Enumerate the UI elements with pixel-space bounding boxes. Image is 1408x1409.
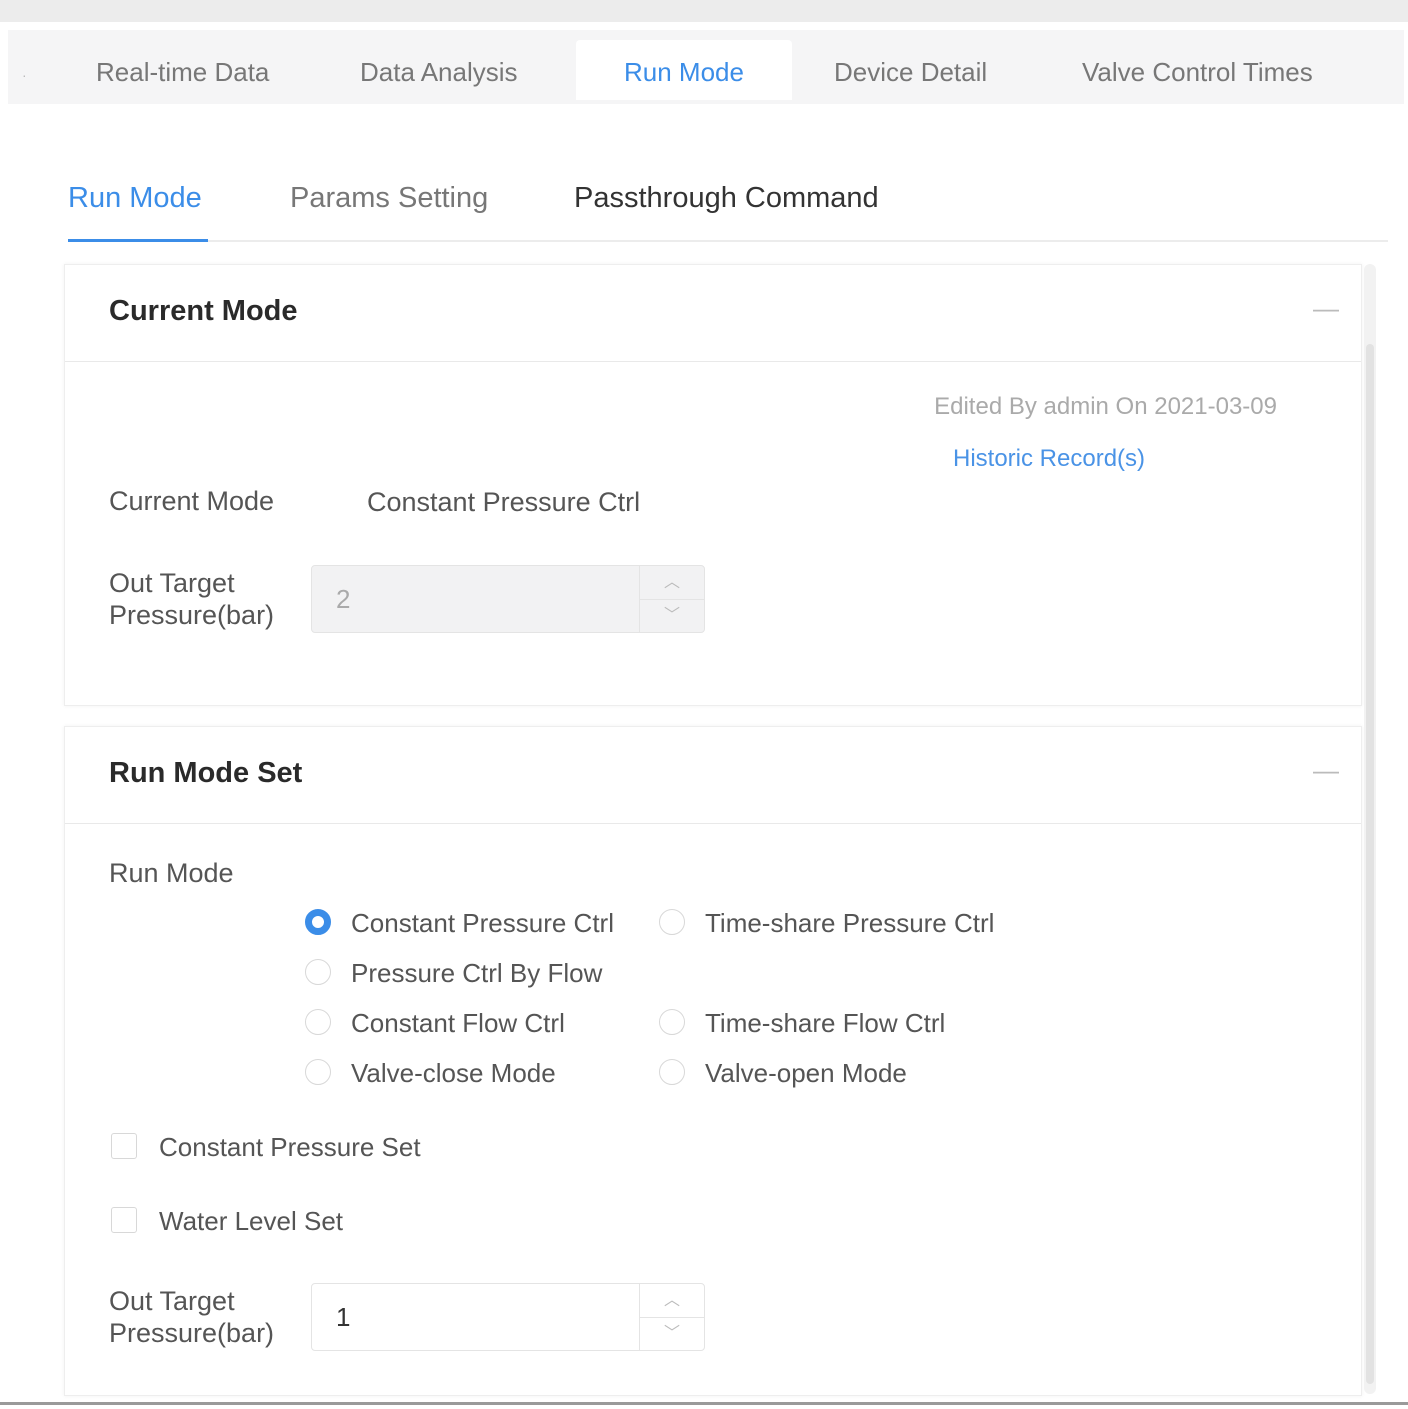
active-tab-indicator xyxy=(68,239,208,242)
current-mode-card-header[interactable]: Current Mode — xyxy=(65,265,1361,362)
current-mode-label: Current Mode xyxy=(109,486,275,516)
tab-valve-control-times[interactable]: Valve Control Times xyxy=(1082,40,1313,100)
historic-records-link[interactable]: Historic Record(s) xyxy=(953,445,1145,473)
chevron-up-icon: ︿ xyxy=(640,566,704,600)
bottom-border xyxy=(0,1402,1408,1405)
run-mode-set-card: Run Mode Set — Run Mode Constant Pressur… xyxy=(64,726,1362,1396)
target-pressure-input[interactable]: 1 ︿ ﹀ xyxy=(311,1283,705,1351)
run-mode-set-title: Run Mode Set xyxy=(109,757,303,789)
current-target-pressure-value: 2 xyxy=(336,584,351,614)
chevron-up-icon[interactable]: ︿ xyxy=(640,1284,704,1318)
tab-run-mode[interactable]: Run Mode xyxy=(576,40,792,100)
radio-circle[interactable] xyxy=(305,1059,331,1085)
subtab-params-setting[interactable]: Params Setting xyxy=(290,182,488,215)
checkbox-label: Constant Pressure Set xyxy=(159,1132,421,1162)
scrollbar-thumb[interactable] xyxy=(1366,344,1374,1384)
run-mode-set-card-header[interactable]: Run Mode Set — xyxy=(65,727,1361,824)
edited-by-text: Edited By admin On 2021-03-09 xyxy=(934,393,1277,420)
subtab-passthrough-command[interactable]: Passthrough Command xyxy=(574,182,879,215)
tab-data-analysis[interactable]: Data Analysis xyxy=(360,40,518,100)
window-top-bar xyxy=(0,0,1408,22)
out-target-pressure-label: Out Target Pressure(bar) xyxy=(109,1286,275,1348)
checkbox-box[interactable] xyxy=(111,1207,137,1233)
chevron-down-icon[interactable]: ﹀ xyxy=(640,1317,704,1350)
minus-icon[interactable]: — xyxy=(1313,295,1339,321)
radio-label: Constant Pressure Ctrl xyxy=(351,908,614,938)
current-mode-card: Current Mode — Edited By admin On 2021-0… xyxy=(64,264,1362,706)
sub-tab-bar: Run Mode Params Setting Passthrough Comm… xyxy=(68,164,1388,242)
radio-circle[interactable] xyxy=(305,959,331,985)
checkbox-label: Water Level Set xyxy=(159,1206,344,1236)
current-target-pressure-input: 2 ︿ ﹀ xyxy=(311,565,705,633)
subtab-run-mode[interactable]: Run Mode xyxy=(68,182,202,215)
collapse-handle-icon[interactable]: · xyxy=(22,68,32,82)
radio-circle[interactable] xyxy=(305,1009,331,1035)
radio-label: Constant Flow Ctrl xyxy=(351,1008,565,1038)
minus-icon[interactable]: — xyxy=(1313,757,1339,783)
top-tab-bar: · Real-time Data Data Analysis Run Mode … xyxy=(8,30,1404,105)
current-mode-value: Constant Pressure Ctrl xyxy=(367,487,641,517)
radio-label: Valve-close Mode xyxy=(351,1058,556,1088)
out-target-pressure-label: Out Target Pressure(bar) xyxy=(109,568,275,630)
radio-label: Time-share Pressure Ctrl xyxy=(705,908,995,938)
target-pressure-stepper[interactable]: ︿ ﹀ xyxy=(639,1284,704,1350)
radio-label: Valve-open Mode xyxy=(705,1058,907,1088)
radio-circle[interactable] xyxy=(659,1059,685,1085)
tab-real-time-data[interactable]: Real-time Data xyxy=(96,40,269,100)
checkbox-box[interactable] xyxy=(111,1133,137,1159)
radio-circle[interactable] xyxy=(659,909,685,935)
radio-circle[interactable] xyxy=(659,1009,685,1035)
tab-device-detail[interactable]: Device Detail xyxy=(834,40,987,100)
current-target-pressure-stepper: ︿ ﹀ xyxy=(639,566,704,632)
run-mode-label: Run Mode xyxy=(109,858,234,888)
vertical-scrollbar[interactable] xyxy=(1364,264,1376,1394)
radio-label: Time-share Flow Ctrl xyxy=(705,1008,946,1038)
chevron-down-icon: ﹀ xyxy=(663,607,680,624)
target-pressure-value[interactable]: 1 xyxy=(336,1284,350,1350)
current-mode-title: Current Mode xyxy=(109,295,298,327)
radio-circle[interactable] xyxy=(305,909,331,935)
radio-label: Pressure Ctrl By Flow xyxy=(351,958,603,988)
